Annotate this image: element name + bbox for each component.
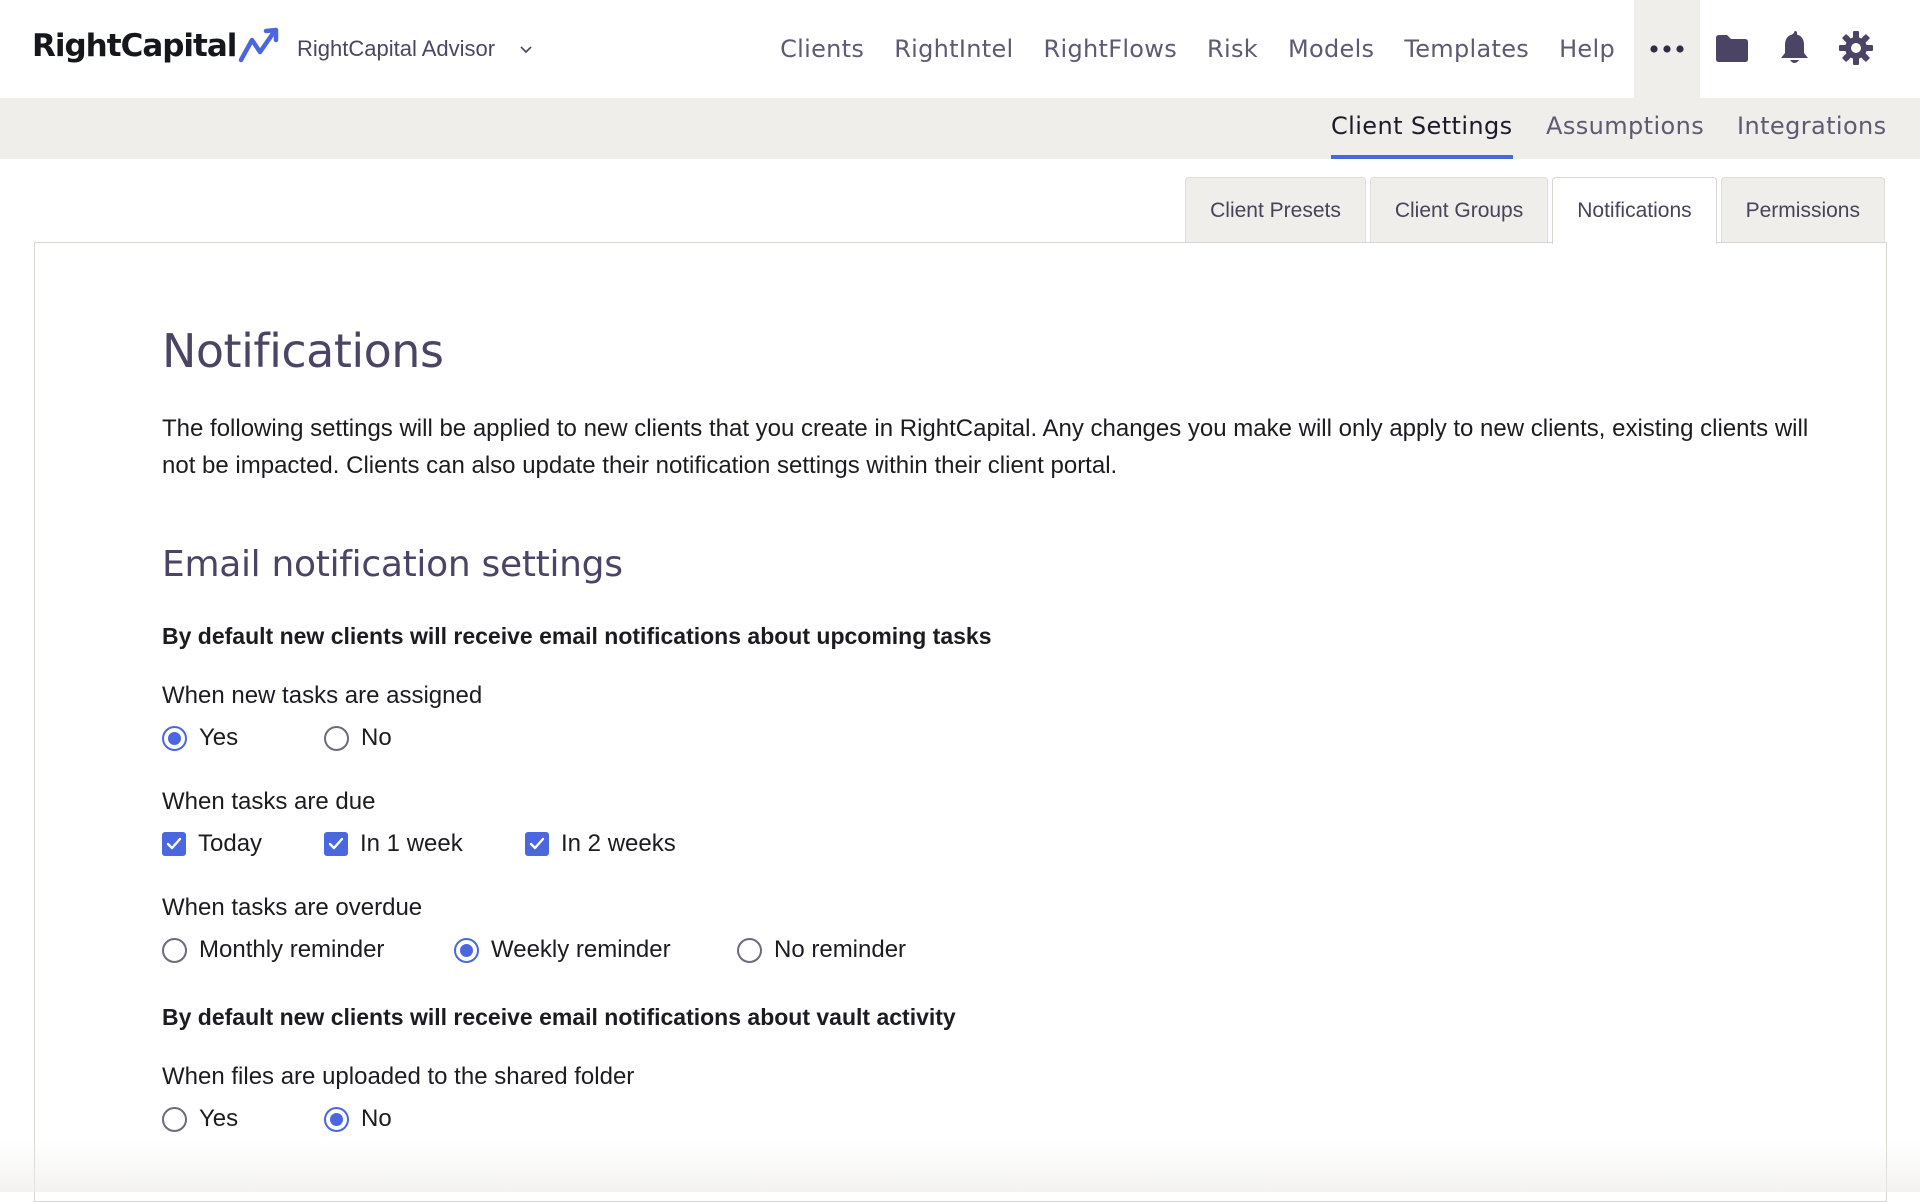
nav-templates[interactable]: Templates <box>1389 35 1544 63</box>
notifications-panel: Notifications The following settings wil… <box>34 242 1887 1202</box>
overdue-group: When tasks are overdue Monthly reminder … <box>162 894 1822 964</box>
nav-clients[interactable]: Clients <box>765 35 879 63</box>
tasks-due-options: Today In 1 week In 2 weeks <box>162 830 1822 858</box>
vault-folder-button[interactable] <box>1710 26 1754 70</box>
due-today-option[interactable]: Today <box>162 830 324 858</box>
top-navigation-bar: RightCapital RightCapital Advisor Client… <box>0 0 1920 98</box>
settings-button[interactable] <box>1834 26 1878 70</box>
tab-permissions[interactable]: Permissions <box>1720 177 1885 243</box>
option-label: No <box>361 1105 392 1132</box>
tab-client-groups[interactable]: Client Groups <box>1369 177 1549 243</box>
files-uploaded-group: When files are uploaded to the shared fo… <box>162 1063 1822 1133</box>
option-label: In 2 weeks <box>561 830 676 857</box>
checkbox[interactable] <box>525 832 549 856</box>
overdue-label: When tasks are overdue <box>162 894 423 921</box>
nav-help[interactable]: Help <box>1544 35 1630 63</box>
files-uploaded-label: When files are uploaded to the shared fo… <box>162 1063 635 1090</box>
tab-notifications[interactable]: Notifications <box>1552 177 1717 244</box>
tab-label: Permissions <box>1745 198 1860 222</box>
files-uploaded-yes-option[interactable]: Yes <box>162 1105 324 1133</box>
option-label: Weekly reminder <box>491 936 671 963</box>
nav-models[interactable]: Models <box>1273 35 1389 63</box>
subnav-assumptions[interactable]: Assumptions <box>1546 112 1704 159</box>
checkmark-icon <box>328 837 344 850</box>
nav-rightflows[interactable]: RightFlows <box>1029 35 1193 63</box>
subnav-client-settings[interactable]: Client Settings <box>1331 112 1513 159</box>
page-title: Notifications <box>162 324 444 378</box>
no-reminder-option[interactable]: No reminder <box>737 936 906 964</box>
new-tasks-options: Yes No <box>162 724 1822 752</box>
intro-text: The following settings will be applied t… <box>162 415 1809 479</box>
radio-button[interactable] <box>162 725 187 751</box>
checkbox[interactable] <box>162 832 186 856</box>
tab-label: Client Groups <box>1394 198 1524 222</box>
monthly-reminder-option[interactable]: Monthly reminder <box>162 936 454 964</box>
radio-button[interactable] <box>324 725 349 751</box>
nav-rightintel[interactable]: RightIntel <box>879 35 1028 63</box>
client-settings-tabs: Client Presets Client Groups Notificatio… <box>1185 177 1885 244</box>
new-tasks-no-option[interactable]: No <box>324 724 392 752</box>
gear-icon <box>1839 31 1873 65</box>
overdue-options: Monthly reminder Weekly reminder No remi… <box>162 936 1822 964</box>
option-label: Yes <box>199 1105 239 1132</box>
option-label: Monthly reminder <box>199 936 385 963</box>
files-uploaded-no-option[interactable]: No <box>324 1105 392 1133</box>
checkbox[interactable] <box>324 832 348 856</box>
more-menu-button[interactable] <box>1634 0 1700 98</box>
vault-section-title: By default new clients will receive emai… <box>162 1004 956 1030</box>
radio-button[interactable] <box>454 937 479 963</box>
nav-risk[interactable]: Risk <box>1192 35 1273 63</box>
option-label: Yes <box>199 724 239 751</box>
tab-client-presets[interactable]: Client Presets <box>1185 177 1366 243</box>
radio-button[interactable] <box>737 937 762 963</box>
checkmark-icon <box>166 837 182 850</box>
tab-label: Notifications <box>1577 199 1692 222</box>
new-tasks-label: When new tasks are assigned <box>162 682 483 709</box>
option-label: In 1 week <box>360 830 463 857</box>
option-label: No <box>361 724 392 751</box>
tasks-section-title: By default new clients will receive emai… <box>162 623 992 649</box>
new-tasks-group: When new tasks are assigned Yes No <box>162 682 1822 752</box>
checkmark-icon <box>529 837 545 850</box>
option-label: Today <box>198 830 263 857</box>
radio-button[interactable] <box>162 937 187 963</box>
tasks-due-group: When tasks are due Today In 1 week In 2 … <box>162 788 1822 858</box>
due-1-week-option[interactable]: In 1 week <box>324 830 525 858</box>
email-settings-heading: Email notification settings <box>162 544 623 585</box>
advisor-selector[interactable]: RightCapital Advisor <box>297 34 533 64</box>
logo-arrow-icon <box>239 27 279 63</box>
rightcapital-logo[interactable]: RightCapital <box>32 24 282 68</box>
tasks-due-label: When tasks are due <box>162 788 376 815</box>
logo-text: RightCapital <box>32 28 237 64</box>
bell-icon <box>1781 31 1808 63</box>
new-tasks-yes-option[interactable]: Yes <box>162 724 324 752</box>
main-nav: Clients RightIntel RightFlows Risk Model… <box>765 0 1630 98</box>
radio-button[interactable] <box>324 1106 349 1132</box>
settings-subnav: Client Settings Assumptions Integrations <box>0 98 1920 159</box>
notifications-content: Notifications The following settings wil… <box>162 324 1822 1133</box>
option-label: No reminder <box>774 936 907 963</box>
advisor-label: RightCapital Advisor <box>297 36 496 61</box>
folder-icon <box>1716 35 1748 62</box>
notifications-button[interactable] <box>1772 26 1816 70</box>
files-uploaded-options: Yes No <box>162 1105 1822 1133</box>
radio-button[interactable] <box>162 1106 187 1132</box>
due-2-weeks-option[interactable]: In 2 weeks <box>525 830 676 858</box>
tab-label: Client Presets <box>1210 198 1341 222</box>
chevron-down-icon <box>520 46 532 54</box>
weekly-reminder-option[interactable]: Weekly reminder <box>454 936 737 964</box>
more-dots-icon <box>1650 45 1684 53</box>
subnav-integrations[interactable]: Integrations <box>1737 112 1887 159</box>
